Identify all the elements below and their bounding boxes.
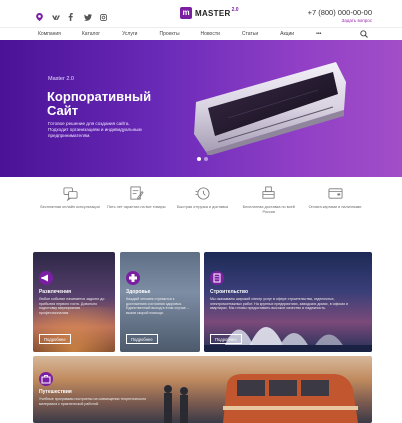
feature-label: Бесплатная онлайн консультация (40, 205, 100, 209)
medical-cross-icon (129, 274, 137, 282)
card-badge (39, 271, 53, 285)
nav-item-services[interactable]: Услуги (122, 31, 137, 37)
search-icon[interactable] (360, 30, 368, 38)
megaphone-icon (41, 274, 48, 282)
air-conditioner-image (194, 62, 346, 155)
feature-item: Быстрая отгрузка и доставка (173, 186, 233, 236)
people-silhouettes (164, 385, 188, 423)
nav-item-news[interactable]: Новости (201, 31, 220, 37)
card-health[interactable]: Здоровье Каждый человек стремится к дост… (120, 252, 200, 352)
nav-item-articles[interactable]: Статьи (242, 31, 258, 37)
card-title: Путешествия (39, 389, 72, 395)
location-icon[interactable] (36, 8, 43, 21)
nav-more-button[interactable]: ••• (316, 31, 321, 37)
logo-mark: m (180, 7, 192, 19)
feature-label: Оплата картами и наличными (308, 205, 362, 209)
card-text: Учебные программы построены на совмещени… (39, 397, 147, 406)
instagram-icon[interactable] (100, 8, 108, 22)
logo-text: MASTER (195, 8, 231, 18)
header: m MASTER 2.0 +7 (800) 000-00-00 Задать в… (0, 0, 402, 26)
building-icon (213, 273, 221, 283)
card-text: Каждый человек стремится к достижению со… (126, 297, 189, 315)
card-title: Строительство (210, 289, 249, 295)
opera-house-image (204, 327, 372, 352)
hero-subtitle: Готовое решение для создания сайта. Подх… (48, 121, 142, 138)
feature-item: Бесплатная доставка по всей России (239, 186, 299, 236)
phone-number[interactable]: +7 (800) 000-00-00 (308, 8, 372, 17)
card-title: Здоровье (126, 289, 151, 295)
hero-banner: Master 2.0 Корпоративный Сайт Готовое ре… (0, 40, 402, 177)
delivery-speed-icon (195, 187, 210, 200)
card-more-button[interactable]: Подробнее (39, 334, 71, 344)
chat-icon (63, 187, 77, 201)
site-logo[interactable]: m MASTER 2.0 (180, 7, 239, 19)
feature-label: Бесплатная доставка по всей России (242, 205, 295, 214)
card-badge (126, 271, 140, 285)
card-more-button[interactable]: Подробнее (126, 334, 158, 344)
feature-item: Пять лет гарантии на все товары (106, 186, 166, 236)
card-construction[interactable]: Строительство Мы оказываем широкий спект… (204, 252, 372, 352)
document-edit-icon (130, 186, 144, 200)
feature-label: Пять лет гарантии на все товары (107, 205, 166, 209)
slider-dots (197, 157, 208, 161)
main-nav: Компания Каталог Услуги Проекты Новости … (0, 27, 402, 40)
nav-item-catalog[interactable]: Каталог (82, 31, 100, 37)
hero-kicker: Master 2.0 (48, 76, 74, 82)
card-text: Любое событие начинается задолго до приб… (39, 297, 105, 315)
card-travel[interactable]: Путешествия Учебные программы построены … (33, 356, 372, 423)
features-row: Бесплатная онлайн консультация Пять лет … (40, 186, 365, 236)
van-image (223, 374, 358, 423)
slider-dot-1[interactable] (197, 157, 201, 161)
card-title: Развлечения (39, 289, 72, 295)
card-more-button[interactable]: Подробнее (210, 334, 242, 344)
logo-version: 2.0 (231, 7, 239, 13)
slider-dot-2[interactable] (204, 157, 208, 161)
nav-item-company[interactable]: Компания (38, 31, 61, 37)
hero-title: Корпоративный Сайт (47, 89, 152, 118)
delivery-box-icon (262, 186, 275, 199)
feature-item: Оплата картами и наличными (305, 186, 365, 236)
nav-item-projects[interactable]: Проекты (159, 31, 179, 37)
suitcase-icon (41, 375, 51, 384)
card-badge (210, 271, 224, 285)
wallet-icon (328, 188, 342, 199)
feature-label: Быстрая отгрузка и доставка (176, 205, 229, 209)
nav-item-promotions[interactable]: Акции (280, 31, 294, 37)
social-icons (36, 8, 108, 22)
vk-icon[interactable] (52, 8, 60, 20)
card-badge (39, 372, 53, 386)
card-entertainment[interactable]: Развлечения Любое событие начинается зад… (33, 252, 115, 352)
callback-link[interactable]: Задать вопрос (308, 18, 372, 23)
facebook-icon[interactable] (68, 8, 75, 21)
feature-item: Бесплатная онлайн консультация (40, 186, 100, 236)
card-text: Мы оказываем широкий спектр услуг в сфер… (210, 297, 349, 311)
twitter-icon[interactable] (84, 8, 92, 21)
phone-block: +7 (800) 000-00-00 Задать вопрос (308, 8, 372, 23)
